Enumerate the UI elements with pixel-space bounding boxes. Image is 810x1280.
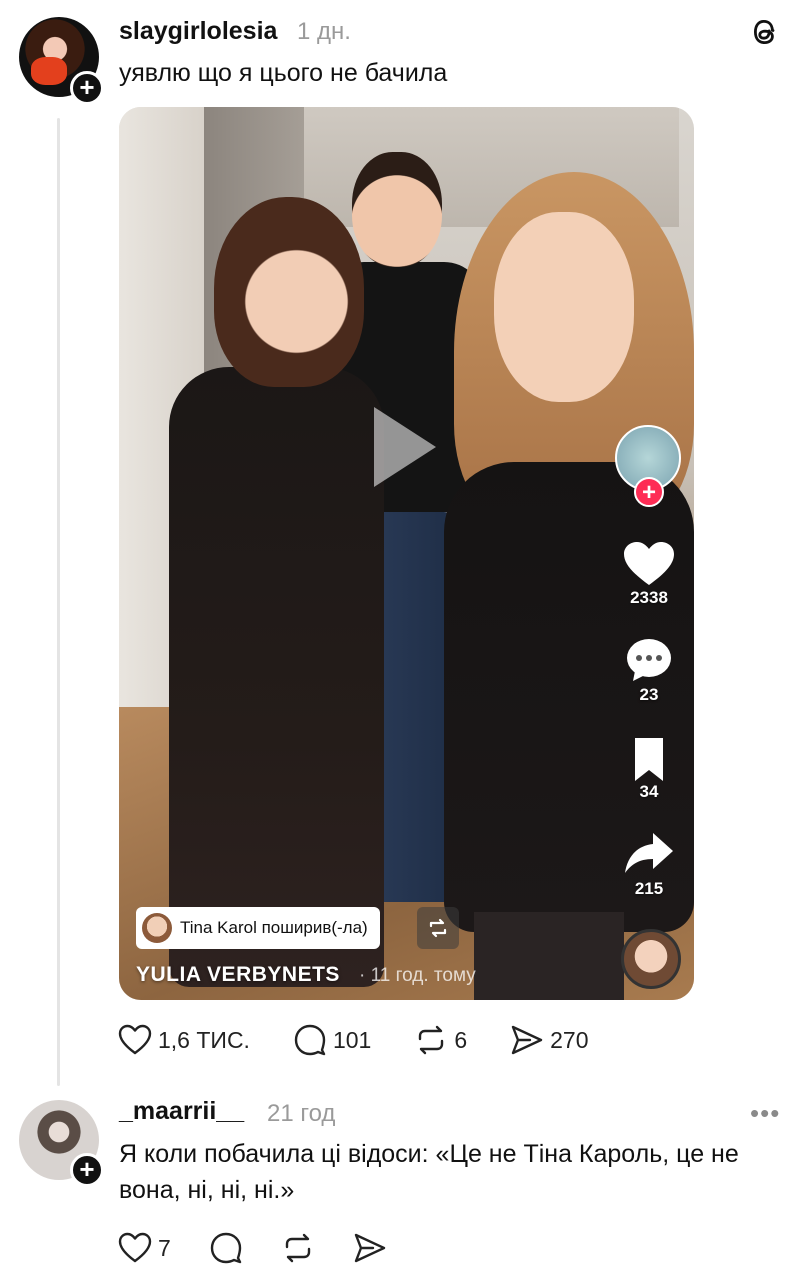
repost-outline-icon: [419, 1025, 444, 1055]
post-text: уявлю що я цього не бачила: [119, 59, 448, 87]
author-username[interactable]: slaygirlolesia: [119, 17, 277, 46]
reply-like-count: 7: [158, 1234, 171, 1261]
comment-bubble-icon[interactable]: [621, 635, 677, 685]
post-timestamp: 1 дн.: [297, 18, 351, 45]
shared-by-chip[interactable]: Tina Karol поширив(-ла): [136, 907, 380, 949]
heart-outline-icon: [118, 1024, 152, 1055]
comment-button[interactable]: 101: [293, 1024, 371, 1056]
repost-count: 6: [454, 1026, 468, 1053]
sharer-avatar: [142, 913, 172, 943]
reply-share-button[interactable]: [353, 1232, 387, 1264]
reply-action-bar: 7: [118, 1232, 425, 1264]
share-button[interactable]: 270: [510, 1024, 589, 1056]
comment-outline-icon: [210, 1232, 241, 1264]
send-outline-icon: [354, 1233, 385, 1263]
video-comments-count: 23: [639, 685, 659, 704]
reply-repost-button[interactable]: [281, 1232, 315, 1264]
like-button[interactable]: 1,6 ТИС.: [118, 1024, 250, 1056]
repost-icon: [429, 918, 447, 938]
embedded-video[interactable]: + 2338 23 34 215 Tina Karol поширив(-ла): [119, 107, 694, 1000]
repost-button[interactable]: 6: [414, 1024, 467, 1056]
video-timestamp: · 11 год. тому: [359, 965, 476, 986]
thread-connector-line: [57, 118, 60, 1086]
repost-chip[interactable]: [417, 907, 459, 949]
video-author-name[interactable]: YULIA VERBYNETS: [136, 963, 340, 987]
comment-outline-icon: [294, 1024, 326, 1056]
like-count: 1,6 ТИС.: [158, 1026, 250, 1053]
video-saves-count: 34: [639, 782, 659, 801]
reply-text: Я коли побачила ці відоси: «Це не Тіна К…: [119, 1140, 739, 1204]
bookmark-icon[interactable]: [621, 735, 677, 785]
play-icon[interactable]: [374, 407, 436, 487]
creator-follow-plus-icon[interactable]: +: [634, 477, 664, 507]
music-disc-avatar[interactable]: [621, 929, 681, 989]
reply-username[interactable]: _maarrii__: [119, 1097, 244, 1126]
video-likes-count: 2338: [630, 588, 668, 607]
reply-timestamp: 21 год: [267, 1100, 336, 1127]
send-outline-icon: [511, 1025, 543, 1055]
video-shares-count: 215: [634, 879, 664, 898]
shared-by-label: Tina Karol поширив(-ла): [180, 918, 368, 937]
reply-follow-plus-icon[interactable]: +: [70, 1153, 104, 1187]
follow-plus-icon[interactable]: +: [70, 71, 104, 105]
reply-comment-button[interactable]: [209, 1232, 243, 1264]
video-person-woman-left: [159, 197, 389, 997]
comment-count: 101: [332, 1026, 372, 1053]
share-arrow-icon[interactable]: [621, 829, 677, 879]
post-action-bar: 1,6 ТИС. 101 6 270: [118, 1024, 632, 1056]
heart-icon[interactable]: [621, 539, 677, 589]
threads-logo-icon[interactable]: [747, 14, 783, 50]
repost-outline-icon: [285, 1233, 310, 1263]
share-count: 270: [550, 1026, 589, 1053]
more-options-icon[interactable]: •••: [750, 1098, 780, 1129]
reply-like-button[interactable]: 7: [118, 1232, 171, 1264]
heart-outline-icon: [118, 1232, 152, 1263]
